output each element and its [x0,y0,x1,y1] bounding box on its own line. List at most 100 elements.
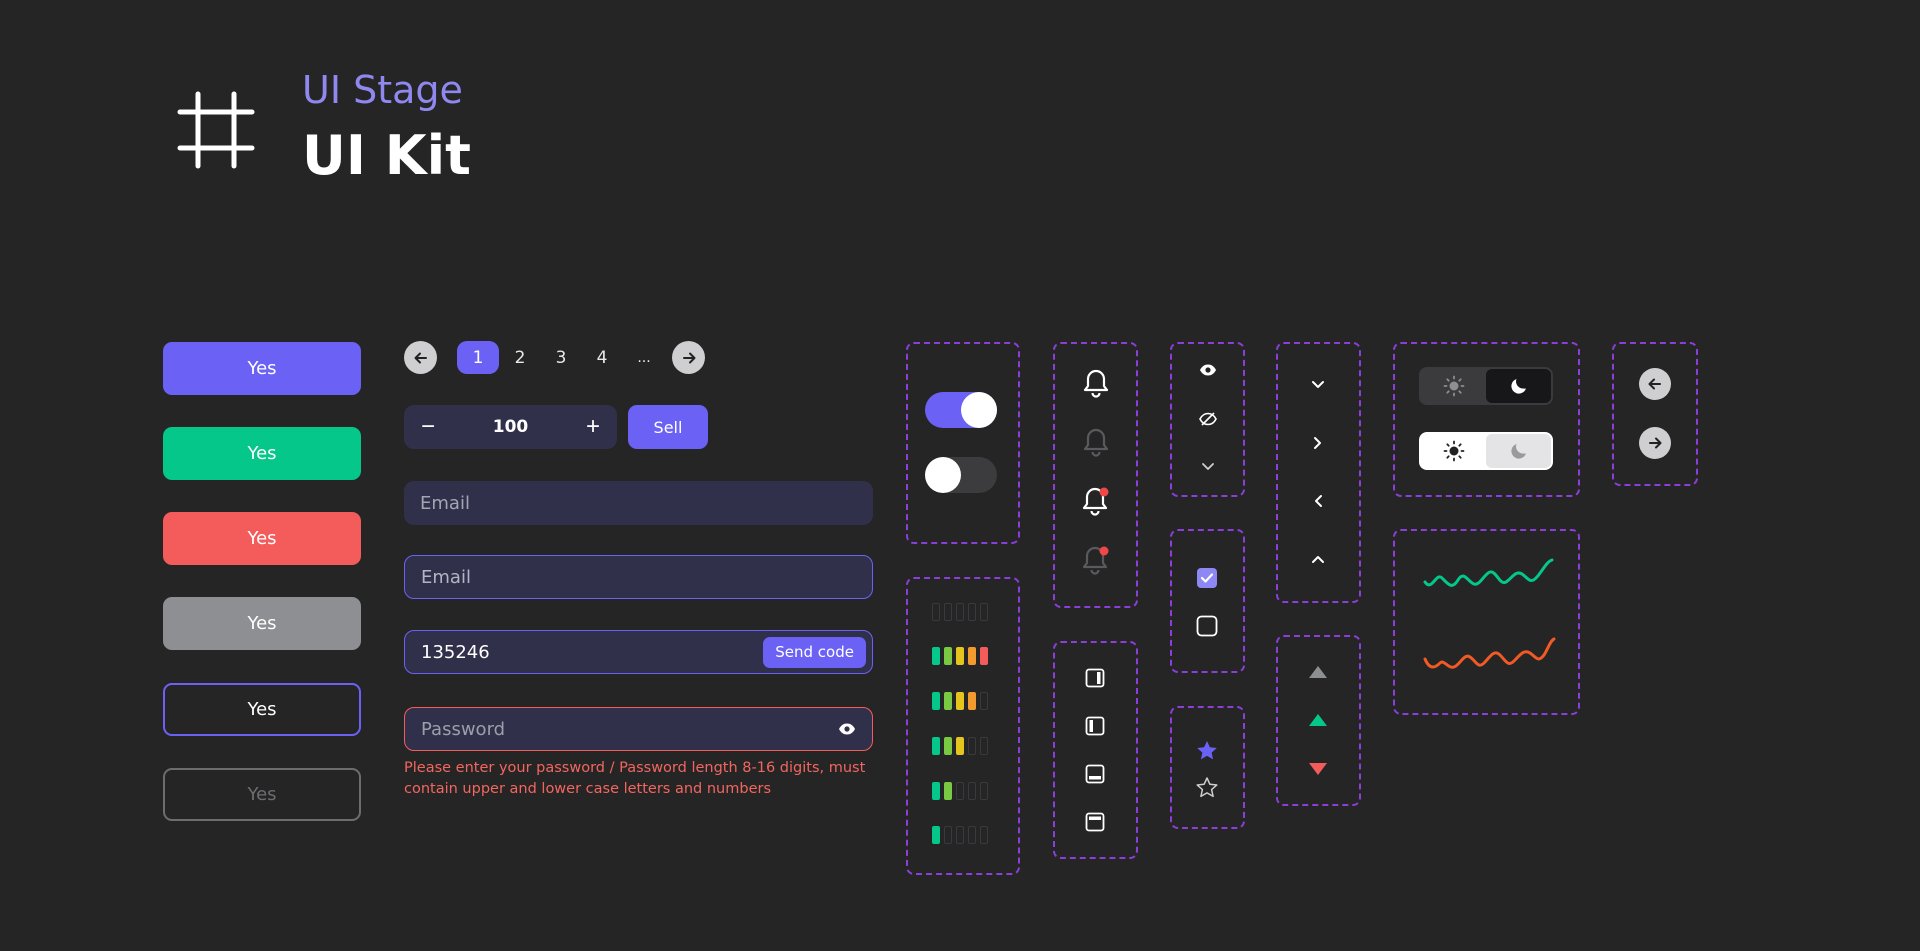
bell-muted-icon[interactable] [1080,426,1112,458]
sparkline-green [1423,558,1554,587]
signal-bar [944,737,952,755]
signal-bar [980,826,988,844]
email-placeholder: Email [420,492,470,514]
signal-bar [956,647,964,665]
page-2[interactable]: 2 [509,341,531,374]
arrow-left-button[interactable] [1639,368,1671,400]
signal-bar [932,737,940,755]
signal-bar [968,826,976,844]
eye-icon[interactable] [838,722,856,736]
disabled-button[interactable]: Yes [163,597,361,650]
signal-bar [956,737,964,755]
verification-code-field[interactable]: 135246 Send code [404,630,873,674]
primary-button[interactable]: Yes [163,342,361,395]
panel-right-icon[interactable] [1083,666,1107,690]
moon-icon[interactable] [1486,369,1551,403]
signal-bar [932,826,940,844]
page-3[interactable]: 3 [550,341,572,374]
next-page-button[interactable] [672,341,705,374]
eye-off-icon[interactable] [1196,409,1220,429]
sun-icon[interactable] [1421,434,1486,468]
theme-switch-dark[interactable] [1419,367,1553,405]
email-field-focused[interactable]: Email [404,555,873,599]
checkbox-checked[interactable] [1195,566,1219,590]
arrow-left-icon [1648,378,1661,390]
bell-badge-icon[interactable] [1080,485,1112,517]
chevron-up-icon[interactable] [1306,547,1330,571]
signal-bar [968,603,976,621]
eye-icon[interactable] [1196,360,1220,380]
chevron-left-icon[interactable] [1306,489,1330,513]
page-subtitle: UI Stage [302,68,463,112]
star-filled-icon[interactable] [1194,738,1220,764]
toggle-panel [906,342,1020,544]
checkbox-panel [1170,529,1245,673]
sell-button[interactable]: Sell [628,405,708,449]
star-panel [1170,706,1245,829]
sun-icon[interactable] [1421,369,1486,403]
panel-left-icon[interactable] [1083,714,1107,738]
quantity-value[interactable]: 100 [493,417,529,437]
page-title: UI Kit [302,124,471,187]
prev-page-button[interactable] [404,341,437,374]
danger-button[interactable]: Yes [163,512,361,565]
checkbox-unchecked[interactable] [1195,614,1219,638]
panel-top-icon[interactable] [1083,810,1107,834]
arrow-button-panel [1612,342,1698,486]
signal-strength-row [932,692,988,710]
quantity-stepper: − 100 + [404,405,617,449]
theme-switch-light[interactable] [1419,432,1553,470]
signal-bar [944,692,952,710]
triangle-up-icon [1306,710,1330,730]
signal-bar [980,737,988,755]
toggle-knob [925,457,961,493]
star-outline-icon[interactable] [1194,775,1220,801]
outline-button[interactable]: Yes [163,683,361,736]
page-1[interactable]: 1 [457,341,499,374]
increment-button[interactable]: + [583,413,603,441]
signal-bar [956,692,964,710]
triangle-neutral-icon [1306,662,1330,682]
decrement-button[interactable]: − [418,413,438,441]
outline-disabled-button[interactable]: Yes [163,768,361,821]
email-focused-placeholder: Email [421,566,471,588]
signal-bar [956,603,964,621]
signal-strength-row [932,826,988,844]
signal-bar [980,782,988,800]
signal-bar [944,603,952,621]
toggle-on[interactable] [925,392,997,428]
sparkline-orange [1423,637,1556,669]
toggle-off[interactable] [925,457,997,493]
signal-bar [932,647,940,665]
password-placeholder: Password [421,718,506,740]
signal-bar [932,692,940,710]
arrow-right-button[interactable] [1639,427,1671,459]
hash-frame-icon [177,91,255,169]
page-ellipsis[interactable]: ... [632,341,656,374]
arrow-right-icon [682,352,695,363]
email-field[interactable]: Email [404,481,873,525]
chevron-down-icon[interactable] [1306,373,1330,397]
bell-icon[interactable] [1080,367,1112,399]
signal-bar [956,782,964,800]
signal-bar [980,692,988,710]
password-field[interactable]: Password [404,707,873,751]
chevron-right-icon[interactable] [1306,431,1330,455]
panel-bottom-icon[interactable] [1083,762,1107,786]
bell-badge-muted-icon[interactable] [1080,544,1112,576]
success-button[interactable]: Yes [163,427,361,480]
signal-bar [932,782,940,800]
chevron-down-icon[interactable] [1196,456,1220,476]
signal-bar [944,826,952,844]
arrow-left-icon [414,352,427,363]
signal-bar [980,647,988,665]
password-error-text: Please enter your password / Password le… [404,760,866,797]
toggle-knob [961,392,997,428]
send-code-button[interactable]: Send code [763,636,866,668]
triangle-down-icon [1306,759,1330,779]
signal-bar [944,647,952,665]
page-4[interactable]: 4 [591,341,613,374]
moon-icon[interactable] [1486,434,1551,468]
signal-bar [968,692,976,710]
signal-strength-row [932,647,988,665]
